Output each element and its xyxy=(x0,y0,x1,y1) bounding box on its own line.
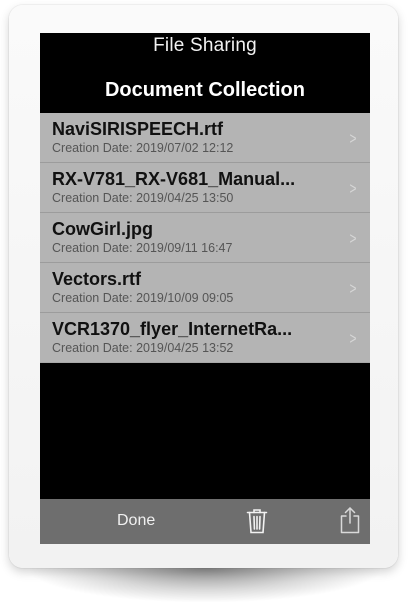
file-row[interactable]: VCR1370_flyer_InternetRa... Creation Dat… xyxy=(40,313,370,363)
file-name: Vectors.rtf xyxy=(52,269,142,289)
file-name: RX-V781_RX-V681_Manual... xyxy=(52,169,296,189)
file-list: NaviSIRISPEECH.rtf Creation Date: 2019/0… xyxy=(40,113,370,363)
chevron-right-icon: > xyxy=(349,329,357,348)
file-name: VCR1370_flyer_InternetRa... xyxy=(52,319,293,339)
share-icon[interactable] xyxy=(339,506,361,534)
trash-icon[interactable] xyxy=(246,508,268,534)
file-name: CowGirl.jpg xyxy=(52,219,153,239)
header: File Sharing Document Collection xyxy=(40,33,370,113)
chevron-right-icon: > xyxy=(349,179,357,198)
file-date: Creation Date: 2019/09/11 16:47 xyxy=(52,241,233,255)
file-date: Creation Date: 2019/07/02 12:12 xyxy=(52,141,234,155)
done-button[interactable]: Done xyxy=(117,512,155,530)
file-date: Creation Date: 2019/04/25 13:50 xyxy=(52,191,234,205)
chevron-right-icon: > xyxy=(349,229,357,248)
file-date: Creation Date: 2019/04/25 13:52 xyxy=(52,341,234,355)
page-curl-shadow xyxy=(30,568,380,602)
chevron-right-icon: > xyxy=(349,279,357,298)
file-row[interactable]: CowGirl.jpg Creation Date: 2019/09/11 16… xyxy=(40,213,370,263)
file-row[interactable]: Vectors.rtf Creation Date: 2019/10/09 09… xyxy=(40,263,370,313)
file-row[interactable]: NaviSIRISPEECH.rtf Creation Date: 2019/0… xyxy=(40,113,370,163)
app-screen: File Sharing Document Collection NaviSIR… xyxy=(40,33,370,544)
file-date: Creation Date: 2019/10/09 09:05 xyxy=(52,291,234,305)
nav-title: File Sharing xyxy=(153,35,257,56)
collection-title: Document Collection xyxy=(104,79,305,101)
bottom-toolbar: Done xyxy=(40,499,370,544)
chevron-right-icon: > xyxy=(349,129,357,148)
file-name: NaviSIRISPEECH.rtf xyxy=(52,119,224,139)
file-row[interactable]: RX-V781_RX-V681_Manual... Creation Date:… xyxy=(40,163,370,213)
